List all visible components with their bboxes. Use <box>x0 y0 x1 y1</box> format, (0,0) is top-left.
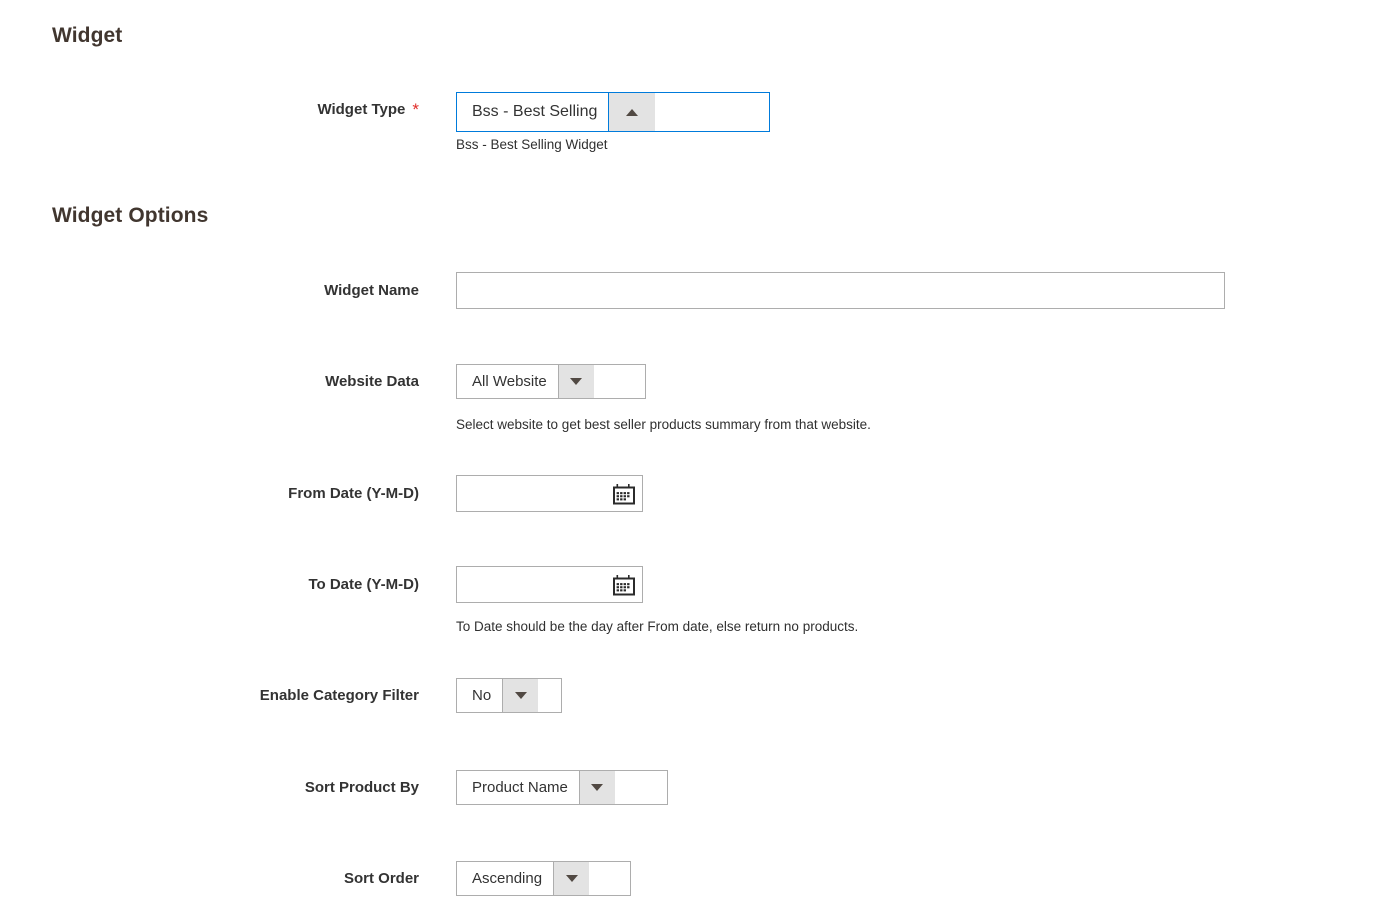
widget-name-input[interactable] <box>456 272 1225 309</box>
website-data-select[interactable]: All Website <box>456 364 646 399</box>
sort-order-control: Ascending <box>456 861 631 896</box>
sort-order-label: Sort Order <box>343 870 419 887</box>
widget-options-heading: Widget Options <box>52 204 209 227</box>
sort-product-by-select[interactable]: Product Name <box>456 770 668 805</box>
from-date-control <box>456 475 643 512</box>
sort-order-dropdown-button[interactable] <box>553 862 590 895</box>
widget-type-select[interactable]: Bss - Best Selling <box>456 92 770 132</box>
caret-down-icon <box>570 378 583 385</box>
sort-product-by-control: Product Name <box>456 770 668 805</box>
from-date-label: From Date (Y-M-D) <box>288 485 419 502</box>
sort-order-select[interactable]: Ascending <box>456 861 631 896</box>
to-date-label: To Date (Y-M-D) <box>308 576 419 593</box>
website-data-dropdown-button[interactable] <box>557 365 594 398</box>
widget-type-selected-value: Bss - Best Selling <box>457 93 609 131</box>
enable-category-filter-dropdown-button[interactable] <box>502 679 539 712</box>
widget-name-control <box>456 272 1225 309</box>
caret-down-icon <box>514 692 527 699</box>
required-asterisk: * <box>412 100 419 119</box>
sort-product-by-label: Sort Product By <box>304 779 419 796</box>
widget-type-dropdown-button[interactable] <box>608 93 656 131</box>
to-date-field <box>456 566 643 603</box>
widget-type-label: Widget Type * <box>0 100 419 120</box>
website-data-selected-value: All Website <box>457 365 558 398</box>
enable-category-filter-control: No <box>456 678 562 713</box>
widget-type-note: Bss - Best Selling Widget <box>456 137 608 152</box>
to-date-control <box>456 566 643 603</box>
widget-name-label: Widget Name <box>324 282 419 299</box>
caret-down-icon <box>591 784 604 791</box>
calendar-icon <box>613 483 635 504</box>
from-date-field <box>456 475 643 512</box>
website-data-control: All Website <box>456 364 646 399</box>
page-title: Widget <box>52 24 123 47</box>
widget-type-label-text: Widget Type <box>317 101 406 118</box>
enable-category-filter-select[interactable]: No <box>456 678 562 713</box>
website-data-label: Website Data <box>325 373 419 390</box>
caret-down-icon <box>565 875 578 882</box>
sort-product-by-selected-value: Product Name <box>457 771 579 804</box>
calendar-icon <box>613 574 635 595</box>
to-date-calendar-button[interactable] <box>613 574 635 595</box>
enable-category-filter-label: Enable Category Filter <box>259 687 419 704</box>
from-date-calendar-button[interactable] <box>613 483 635 504</box>
website-data-note: Select website to get best seller produc… <box>456 417 871 432</box>
to-date-note: To Date should be the day after From dat… <box>456 619 859 634</box>
widget-configuration-page: Widget Widget Type * Bss - Best Selling B… <box>0 0 1397 907</box>
caret-up-icon <box>626 108 639 116</box>
enable-category-filter-selected-value: No <box>457 679 503 712</box>
widget-type-control: Bss - Best Selling <box>456 92 770 132</box>
sort-order-selected-value: Ascending <box>457 862 554 895</box>
sort-product-by-dropdown-button[interactable] <box>578 771 615 804</box>
